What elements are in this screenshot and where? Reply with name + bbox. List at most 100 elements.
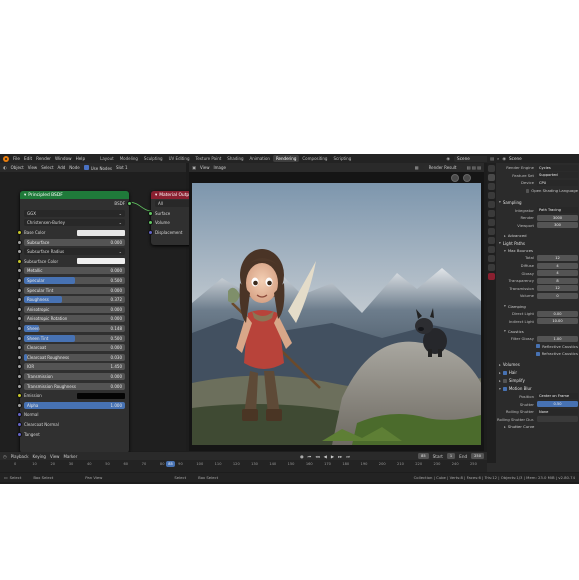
value-slider[interactable]: Clearcoat 0.000	[24, 344, 125, 352]
value-slider[interactable]: Alpha 1.000	[24, 401, 125, 409]
prev-key-icon[interactable]: ◂◂	[315, 454, 319, 459]
bounce-field[interactable]: 12	[537, 254, 578, 261]
advanced-subpanel[interactable]: ▸ Advanced	[497, 232, 578, 239]
max-bounces-subpanel[interactable]: ▾ Max Bounces	[497, 247, 578, 254]
jump-start-icon[interactable]: ⏮	[308, 454, 312, 459]
motion-blur-panel-header[interactable]: ▾ Motion Blur	[497, 385, 578, 393]
timeline-type-icon[interactable]: ◷	[3, 454, 7, 459]
surface-socket[interactable]	[148, 210, 153, 216]
input-socket[interactable]	[17, 431, 22, 437]
menu-keying[interactable]: Keying	[33, 454, 46, 459]
shutter-curve-subpanel[interactable]: ▸ Shutter Curve	[497, 423, 578, 430]
image-editor-type-icon[interactable]: ▣	[192, 165, 196, 170]
value-slider[interactable]: Roughness 0.372	[24, 296, 125, 304]
bounce-field[interactable]: 12	[537, 285, 578, 292]
blender-logo-icon[interactable]	[3, 155, 9, 162]
menu-view[interactable]: View	[50, 454, 60, 459]
pan-icon[interactable]	[463, 174, 471, 182]
end-frame-field[interactable]: 250	[471, 453, 484, 459]
value-slider[interactable]: Transmission Roughness 0.000	[24, 382, 125, 390]
menu-view[interactable]: View	[200, 165, 210, 170]
input-socket[interactable]	[17, 326, 22, 332]
render-engine-dropdown[interactable]: Cycles	[537, 164, 578, 171]
modifier-tab-icon[interactable]	[488, 228, 495, 235]
view-layer-tab-icon[interactable]	[488, 192, 495, 199]
motion-blur-checkbox[interactable]	[502, 386, 507, 391]
clamping-subpanel[interactable]: ▾ Clamping	[497, 303, 578, 310]
current-frame-field[interactable]: 85	[418, 453, 429, 459]
tab-texture-paint[interactable]: Texture Paint	[192, 155, 224, 162]
timeline-ruler[interactable]: 0 10 20 30 40 50 60 70 80 90 100 110 120 130 140 150 160…	[0, 461, 487, 470]
bounce-field[interactable]: 4	[537, 270, 578, 277]
collapse-icon[interactable]: ▾	[155, 193, 157, 198]
input-socket[interactable]	[17, 364, 22, 370]
device-dropdown[interactable]: CPU	[537, 179, 578, 186]
input-socket[interactable]	[17, 297, 22, 303]
tool-tab-icon[interactable]	[488, 165, 495, 172]
shutter-field[interactable]: 0.50	[537, 401, 578, 408]
menu-render[interactable]: Render	[36, 156, 51, 161]
hair-panel-header[interactable]: ▸ Hair	[497, 369, 578, 377]
value-slider[interactable]: Specular Tint 0.000	[24, 286, 125, 294]
color-swatch[interactable]	[77, 229, 125, 236]
scene-tab-icon[interactable]	[488, 201, 495, 208]
input-socket[interactable]	[17, 345, 22, 351]
clamp-indirect-field[interactable]: 10.00	[537, 318, 578, 325]
tab-scripting[interactable]: Scripting	[330, 155, 354, 162]
particles-tab-icon[interactable]	[488, 237, 495, 244]
value-slider[interactable]: Sheen 0.148	[24, 325, 125, 333]
input-socket[interactable]	[17, 393, 22, 399]
data-tab-icon[interactable]	[488, 264, 495, 271]
play-icon[interactable]: ▶	[331, 454, 334, 459]
sss-method-dropdown[interactable]: Christensen-Burley ⌄	[24, 219, 125, 227]
render-samples-field[interactable]: 3000	[537, 214, 578, 221]
principled-bsdf-node[interactable]: ▾ Principled BSDF BSDF GGX ⌄ Christensen-…	[17, 191, 132, 453]
input-socket[interactable]	[17, 383, 22, 389]
record-icon[interactable]: ●	[300, 454, 304, 459]
world-tab-icon[interactable]	[488, 210, 495, 217]
input-socket[interactable]	[17, 316, 22, 322]
search-icon[interactable]: ⌕	[497, 156, 499, 161]
tab-animation[interactable]: Animation	[247, 155, 273, 162]
render-tab-icon[interactable]	[488, 174, 495, 181]
constraints-tab-icon[interactable]	[488, 255, 495, 262]
value-slider[interactable]: Specular 0.500	[24, 277, 125, 285]
bounce-field[interactable]: 0	[537, 292, 578, 299]
input-socket[interactable]	[17, 402, 22, 408]
shader-node-editor[interactable]: ◐ Object View Select Add Node Use Nodes …	[0, 163, 195, 453]
distribution-dropdown[interactable]: GGX ⌄	[24, 209, 125, 217]
tab-shading[interactable]: Shading	[224, 155, 246, 162]
input-socket[interactable]	[17, 249, 22, 255]
properties-editor[interactable]: ▤ ⌕ ◉ Scene Render Engine Cycles Feature …	[487, 154, 579, 472]
tab-uv-editing[interactable]: UV Editing	[166, 155, 193, 162]
color-swatch[interactable]	[77, 258, 125, 265]
displacement-socket[interactable]	[148, 230, 153, 236]
volume-socket[interactable]	[148, 220, 153, 226]
properties-type-icon[interactable]: ▤	[490, 156, 494, 161]
simplify-checkbox[interactable]	[502, 378, 507, 383]
input-socket[interactable]	[17, 306, 22, 312]
integrator-dropdown[interactable]: Path Tracing	[537, 207, 578, 214]
tab-rendering[interactable]: Rendering	[272, 155, 300, 162]
rolling-shutter-dropdown[interactable]: None	[537, 408, 578, 415]
input-socket[interactable]	[17, 412, 22, 418]
menu-help[interactable]: Help	[76, 156, 86, 161]
target-dropdown[interactable]: All	[155, 200, 191, 208]
rolling-duration-field[interactable]	[537, 416, 578, 423]
input-socket[interactable]	[17, 335, 22, 341]
node-header[interactable]: ▾ Principled BSDF	[20, 191, 129, 199]
reflective-caustics-checkbox[interactable]	[536, 344, 541, 349]
tab-layout[interactable]: Layout	[97, 155, 117, 162]
volumes-panel-header[interactable]: ▸ Volumes	[497, 361, 578, 369]
simplify-panel-header[interactable]: ▸ Simplify	[497, 377, 578, 385]
input-socket[interactable]	[17, 354, 22, 360]
refractive-caustics-checkbox[interactable]	[535, 351, 540, 356]
play-reverse-icon[interactable]: ◀	[324, 454, 327, 459]
material-tab-icon[interactable]	[488, 273, 495, 280]
value-slider[interactable]: Metallic 0.000	[24, 267, 125, 275]
filter-glossy-field[interactable]: 1.00	[537, 335, 578, 342]
caustics-subpanel[interactable]: ▾ Caustics	[497, 328, 578, 335]
value-slider[interactable]: Anisotropic Rotation 0.000	[24, 315, 125, 323]
scene-icon[interactable]: ◉	[446, 156, 450, 161]
menu-file[interactable]: File	[13, 156, 20, 161]
